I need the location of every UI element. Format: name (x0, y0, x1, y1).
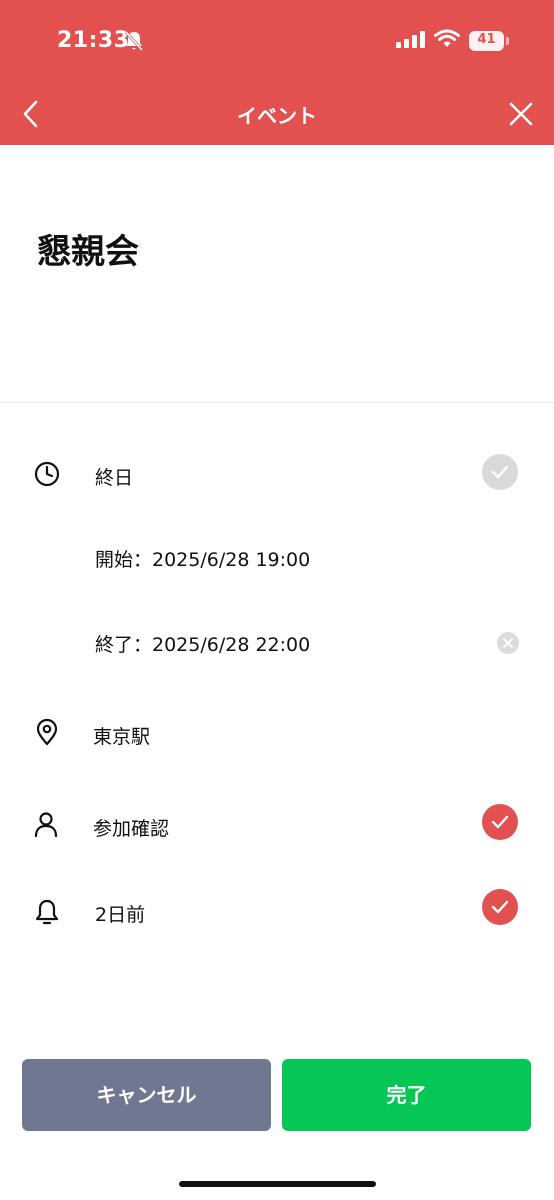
location-label[interactable]: 東京駅 (93, 722, 150, 749)
attendance-label: 参加確認 (93, 818, 170, 840)
header-bar: 21:33 41 イベント (0, 0, 554, 145)
bell-icon (35, 899, 59, 925)
event-title[interactable]: 懇親会 (37, 224, 139, 273)
check-icon (491, 815, 509, 829)
person-icon (34, 812, 58, 838)
all-day-toggle[interactable] (482, 454, 518, 490)
check-icon (491, 465, 509, 479)
reminder-label[interactable]: 2日前 (95, 900, 145, 927)
bell-off-icon (124, 31, 144, 51)
divider (0, 402, 554, 403)
close-icon (503, 638, 513, 648)
reminder-toggle[interactable] (482, 889, 518, 925)
status-time: 21:33 (57, 28, 130, 53)
clear-end-button[interactable] (497, 632, 519, 654)
all-day-label: 終日 (95, 467, 134, 489)
attendance-toggle[interactable] (482, 804, 518, 840)
done-button[interactable]: 完了 (282, 1059, 531, 1131)
cancel-button[interactable]: キャンセル (22, 1059, 271, 1131)
page-title: イベント (237, 104, 317, 128)
wifi-icon (434, 29, 460, 47)
close-icon[interactable] (503, 96, 539, 132)
clock-icon (34, 461, 60, 487)
home-indicator (179, 1181, 376, 1187)
battery-icon: 41 (469, 31, 509, 51)
end-datetime[interactable]: 終了：2025/6/28 22:00 (95, 630, 310, 657)
check-icon (491, 900, 509, 914)
start-datetime[interactable]: 開始：2025/6/28 19:00 (95, 545, 310, 572)
signal-icon (396, 31, 425, 48)
battery-level: 41 (477, 32, 496, 47)
location-pin-icon (36, 718, 58, 746)
